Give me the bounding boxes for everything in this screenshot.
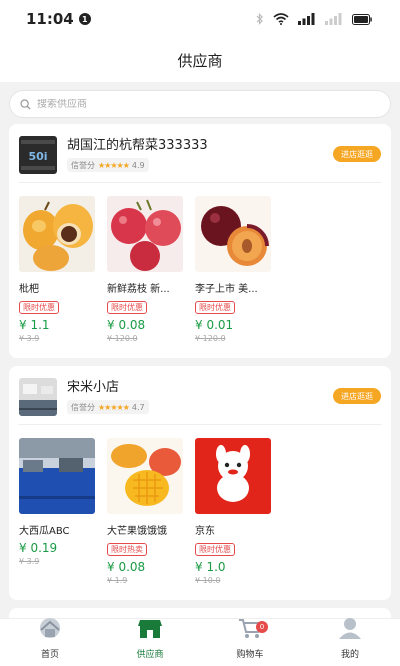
visit-store-button[interactable]: 进店逛逛	[333, 388, 381, 404]
supplier-card[interactable]: 宋米小店 信誉分 ★★★★★ 4.7 进店逛逛 大西瓜ABC ¥ 0.19 ¥ …	[9, 366, 391, 600]
shop-name[interactable]: 宋米小店	[67, 376, 119, 395]
clock-text: 11:04	[26, 10, 74, 28]
promo-tag: 限时热卖	[107, 543, 147, 556]
tab-label: 首页	[40, 650, 59, 660]
user-icon	[337, 616, 363, 644]
product-item[interactable]: 大芒果饿饿饿 限时热卖 ¥ 0.08 ¥ 1.9	[107, 438, 183, 585]
product-price: ¥ 0.01	[195, 318, 234, 332]
promo-tag: 限时优惠	[19, 301, 59, 314]
credit-label: 信誉分	[71, 402, 95, 412]
original-price: ¥ 120.0	[195, 334, 226, 343]
promo-tag: 限时优惠	[195, 301, 235, 314]
supplier-header: 50i 胡国江的杭帮菜333333 信誉分 ★★★★★ 4.9 进店逛逛	[19, 134, 381, 174]
product-image-jd[interactable]	[195, 438, 271, 514]
product-name: 李子上市 美...	[195, 284, 258, 295]
page-title: 供应商	[177, 51, 223, 70]
product-item[interactable]: 大西瓜ABC ¥ 0.19 ¥ 3.9	[19, 438, 95, 585]
credit-rating: 信誉分 ★★★★★ 4.7	[67, 400, 149, 414]
product-item[interactable]: 京东 限时优惠 ¥ 1.0 ¥ 10.0	[195, 438, 271, 585]
product-image-office[interactable]	[19, 438, 95, 514]
home-icon	[37, 616, 63, 644]
product-list: 大西瓜ABC ¥ 0.19 ¥ 3.9 大芒果饿饿饿 限时热卖 ¥ 0.08 ¥…	[19, 438, 271, 585]
product-name: 新鲜荔枝 新...	[107, 284, 170, 295]
credit-score: 4.9	[131, 160, 145, 170]
tab-label: 购物车	[236, 650, 264, 660]
product-price: ¥ 1.1	[19, 318, 50, 332]
product-image-lychee[interactable]	[107, 196, 183, 272]
tab-home[interactable]: 首页	[0, 616, 100, 666]
status-time: 11:04 1	[26, 10, 91, 28]
product-item[interactable]: 李子上市 美... 限时优惠 ¥ 0.01 ¥ 120.0	[195, 196, 271, 343]
product-price: ¥ 0.08	[107, 560, 146, 574]
product-item[interactable]: 枇杷 限时优惠 ¥ 1.1 ¥ 3.9	[19, 196, 95, 343]
nav-bar: 供应商	[0, 38, 400, 82]
credit-score: 4.7	[131, 402, 145, 412]
svg-text:50i: 50i	[28, 150, 47, 163]
product-price: ¥ 0.08	[107, 318, 146, 332]
battery-icon	[352, 13, 372, 25]
product-price: ¥ 0.19	[19, 541, 58, 555]
shop-logo[interactable]: 50i	[19, 136, 57, 174]
product-name: 大西瓜ABC	[19, 526, 70, 537]
tab-label: 我的	[340, 650, 359, 660]
original-price: ¥ 1.9	[107, 576, 128, 585]
supplier-card-partial[interactable]	[9, 608, 391, 618]
product-price: ¥ 1.0	[195, 560, 226, 574]
divider	[19, 424, 381, 425]
original-price: ¥ 120.0	[107, 334, 138, 343]
search-bar[interactable]	[9, 90, 391, 118]
store-icon	[137, 616, 163, 644]
shop-logo[interactable]	[19, 378, 57, 416]
product-name: 京东	[195, 526, 215, 537]
product-image-plum[interactable]	[195, 196, 271, 272]
star-rating-icon: ★★★★★	[98, 160, 130, 170]
credit-rating: 信誉分 ★★★★★ 4.9	[67, 158, 149, 172]
status-bar: 11:04 1	[0, 0, 400, 38]
status-icons	[256, 13, 372, 25]
product-list: 枇杷 限时优惠 ¥ 1.1 ¥ 3.9 新鲜荔枝 新... 限时优惠 ¥ 0.0…	[19, 196, 271, 343]
divider	[19, 182, 381, 183]
search-icon	[20, 95, 31, 114]
promo-tag: 限时优惠	[195, 543, 235, 556]
product-image-mango[interactable]	[107, 438, 183, 514]
tab-cart[interactable]: 0 购物车	[200, 619, 300, 666]
cart-badge: 0	[256, 621, 268, 633]
original-price: ¥ 3.9	[19, 334, 40, 343]
original-price: ¥ 10.0	[195, 576, 221, 585]
credit-label: 信誉分	[71, 160, 95, 170]
visit-store-button[interactable]: 进店逛逛	[333, 146, 381, 162]
wifi-icon	[273, 13, 289, 25]
promo-tag: 限时优惠	[107, 301, 147, 314]
bluetooth-icon	[256, 13, 264, 25]
product-item[interactable]: 新鲜荔枝 新... 限时优惠 ¥ 0.08 ¥ 120.0	[107, 196, 183, 343]
signal-icon	[298, 13, 316, 25]
notification-count-icon: 1	[78, 13, 91, 25]
star-rating-icon: ★★★★★	[98, 402, 130, 412]
product-name: 大芒果饿饿饿	[107, 526, 167, 537]
product-name: 枇杷	[19, 284, 39, 295]
signal-weak-icon	[325, 13, 343, 25]
shop-name[interactable]: 胡国江的杭帮菜333333	[67, 134, 208, 153]
tab-label: 供应商	[136, 650, 164, 660]
supplier-card[interactable]: 50i 胡国江的杭帮菜333333 信誉分 ★★★★★ 4.9 进店逛逛 枇杷 …	[9, 124, 391, 358]
bottom-tab-bar: 首页 供应商 0 购物车 我的	[0, 618, 400, 666]
original-price: ¥ 3.9	[19, 557, 40, 566]
tab-supplier[interactable]: 供应商	[100, 619, 200, 666]
product-image-loquat[interactable]	[19, 196, 95, 272]
search-input[interactable]	[37, 98, 337, 110]
tab-profile[interactable]: 我的	[300, 616, 400, 666]
supplier-header: 宋米小店 信誉分 ★★★★★ 4.7 进店逛逛	[19, 376, 381, 416]
